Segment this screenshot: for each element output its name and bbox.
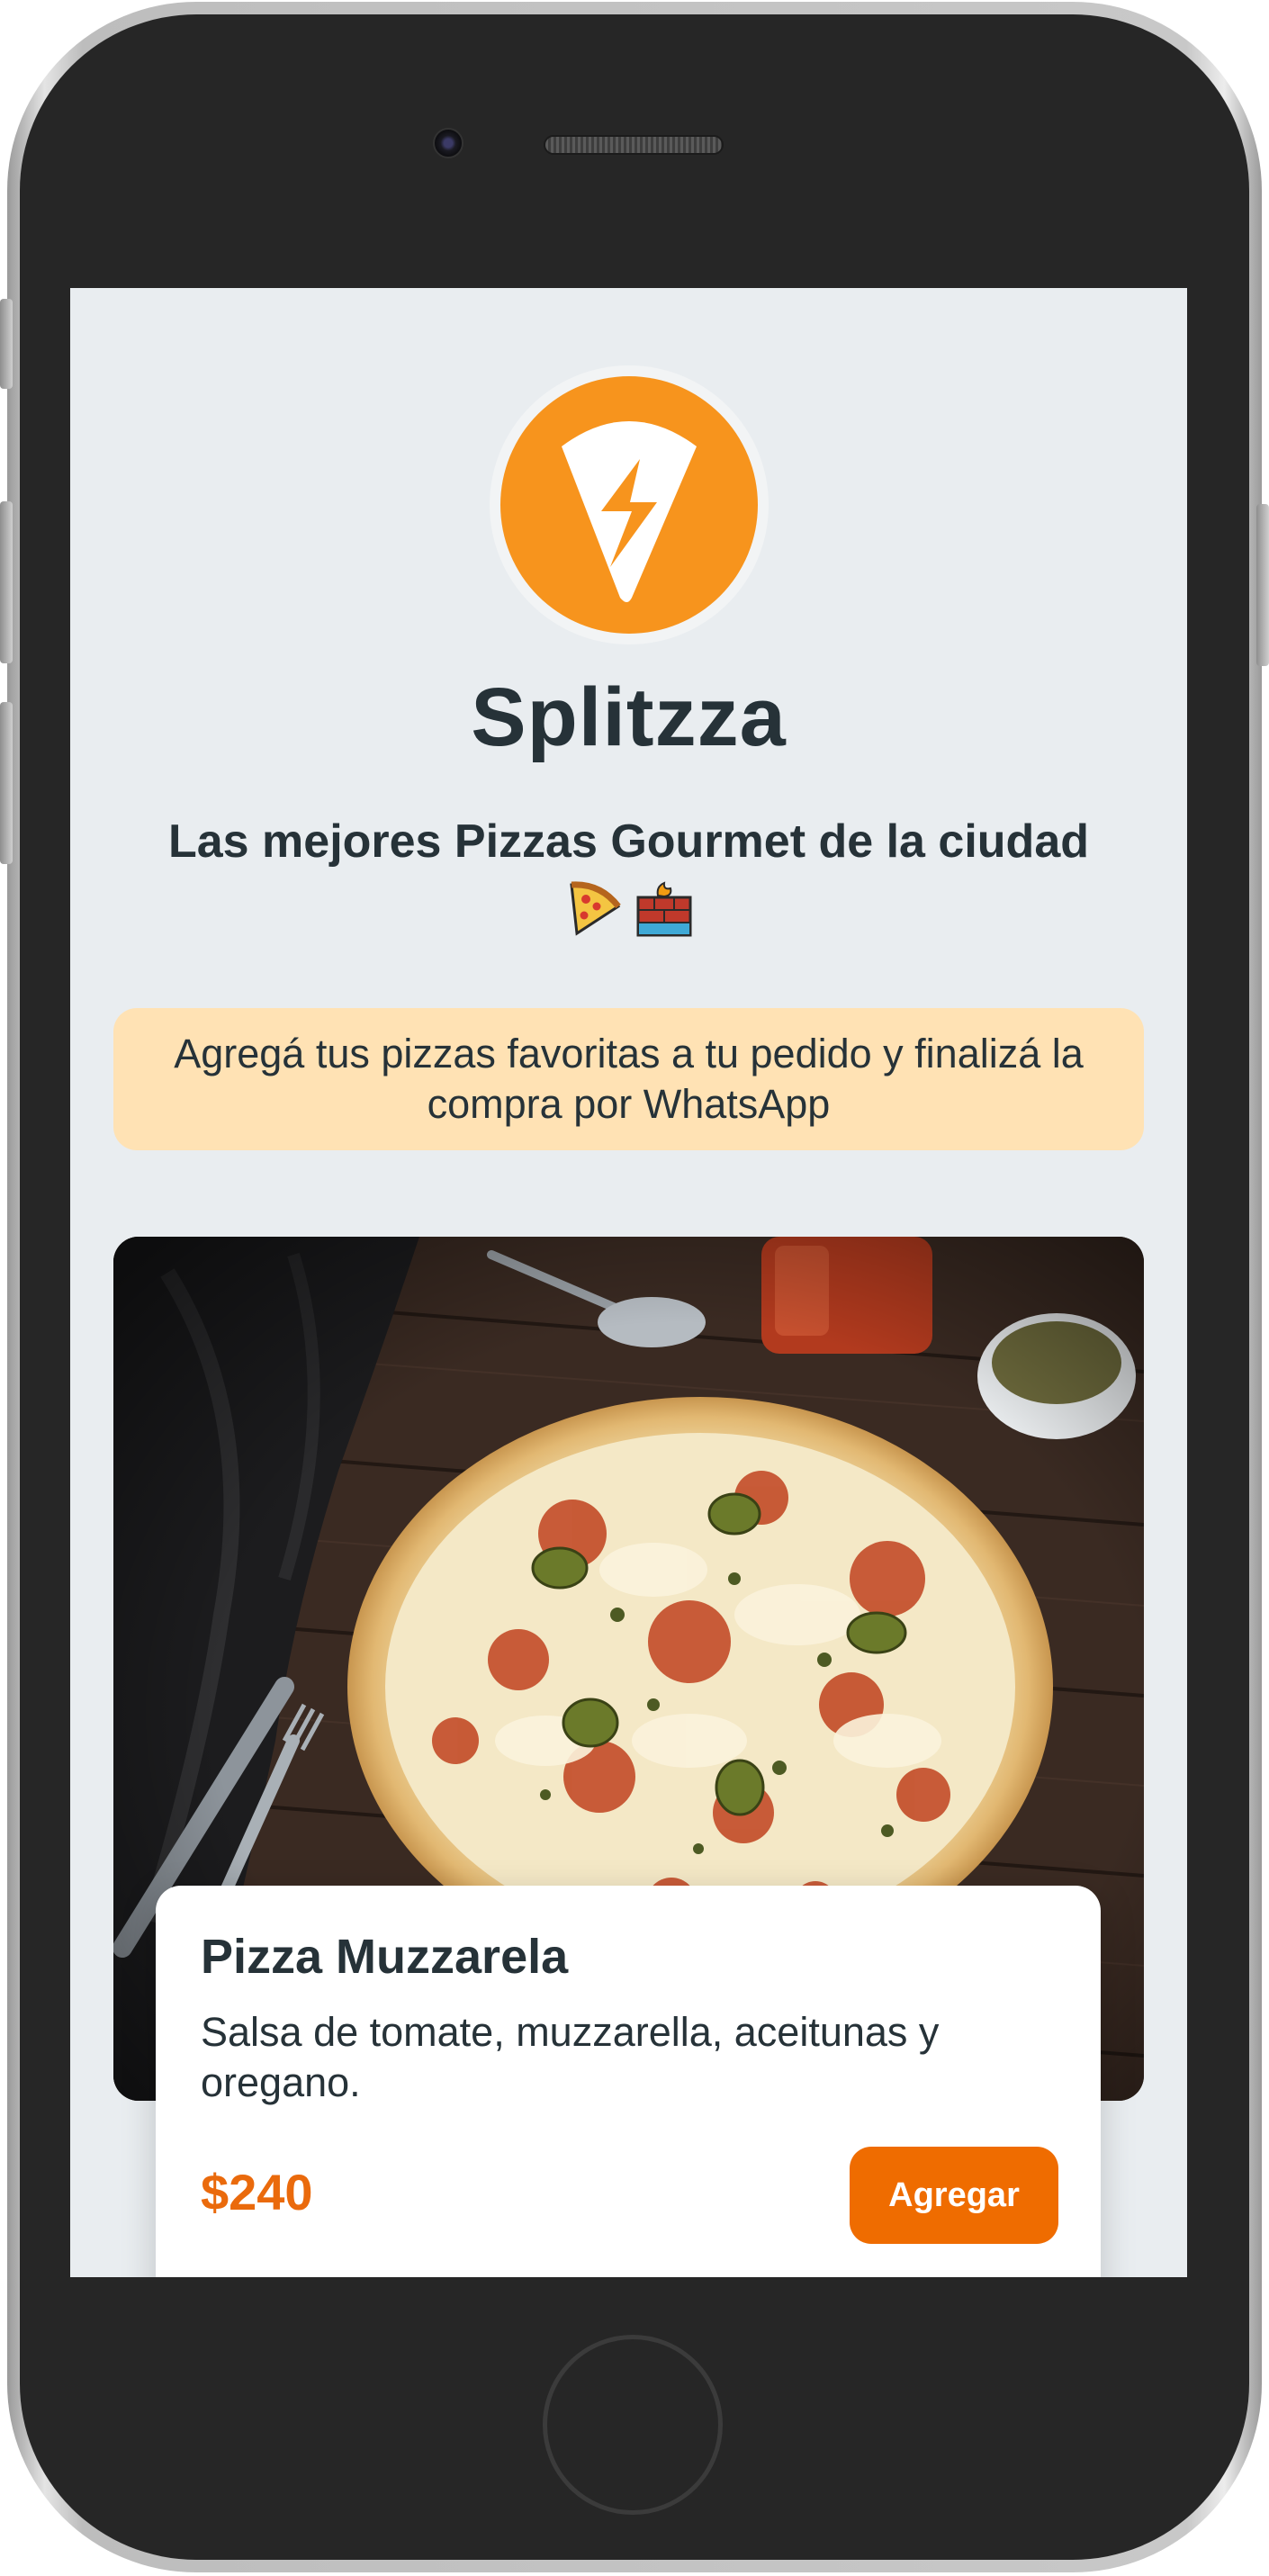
add-to-order-button[interactable]: Agregar (850, 2147, 1058, 2244)
home-button[interactable] (543, 2335, 723, 2515)
info-banner-text: Agregá tus pizzas favoritas a tu pedido … (174, 1031, 1084, 1127)
volume-up-button (0, 501, 13, 663)
brand-logo (490, 365, 769, 644)
product-name: Pizza Muzzarela (201, 1930, 569, 1984)
tagline: Las mejores Pizzas Gourmet de la ciudad (167, 815, 1089, 868)
pizza-slice-icon (564, 879, 624, 939)
tagline-icons (70, 879, 1187, 939)
product-card: Pizza Muzzarela Salsa de tomate, muzzare… (156, 1886, 1101, 2277)
front-camera (433, 128, 464, 158)
product-description: Salsa de tomate, muzzarella, aceitunas y… (201, 2009, 940, 2105)
app-screen: Splitzza Las mejores Pizzas Gourmet de l… (70, 288, 1187, 2277)
brand-name: Splitzza (471, 671, 787, 763)
volume-down-button (0, 702, 13, 864)
earpiece-speaker (544, 135, 724, 155)
mute-switch (0, 299, 13, 389)
info-banner: Agregá tus pizzas favoritas a tu pedido … (113, 1008, 1144, 1150)
product-price: $240 (201, 2164, 313, 2220)
brick-oven-icon (634, 879, 694, 939)
pizza-bolt-logo-icon (500, 376, 758, 634)
power-button (1256, 504, 1269, 666)
